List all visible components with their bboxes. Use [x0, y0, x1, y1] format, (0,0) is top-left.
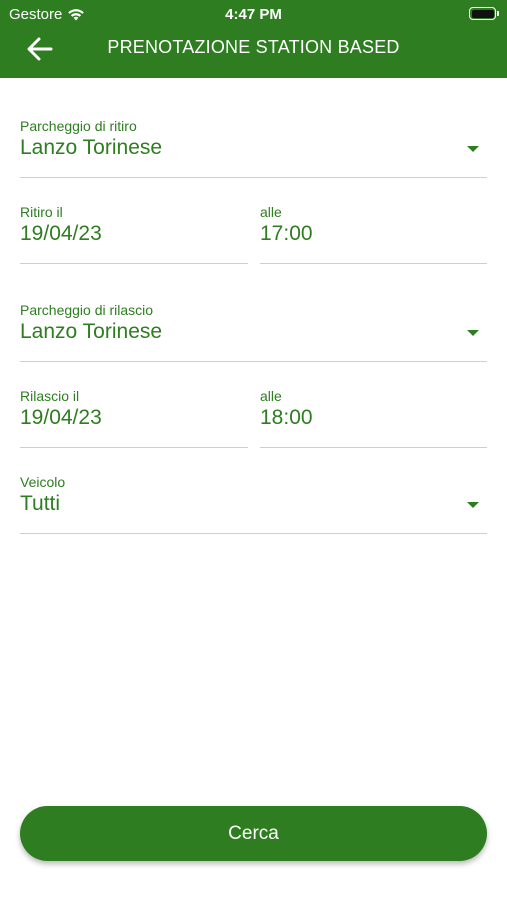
caret-down-icon	[467, 146, 479, 152]
return-parking-label: Parcheggio di rilascio	[20, 302, 154, 318]
app-header: Gestore 4:47 PM PRENOTAZIONE STATION BAS…	[0, 0, 507, 78]
return-date-field[interactable]: Rilascio il 19/04/23	[20, 388, 248, 448]
search-button[interactable]: Cerca	[20, 806, 487, 861]
pickup-date-label: Ritiro il	[20, 204, 63, 220]
vehicle-label: Veicolo	[20, 474, 66, 490]
return-time-label: alle	[260, 388, 282, 404]
pickup-parking-value: Lanzo Torinese	[20, 136, 163, 159]
return-parking-value: Lanzo Torinese	[20, 320, 163, 343]
return-parking-select[interactable]: Parcheggio di rilascio Lanzo Torinese	[20, 302, 487, 362]
pickup-date-field[interactable]: Ritiro il 19/04/23	[20, 204, 248, 264]
pickup-time-label: alle	[260, 204, 282, 220]
return-time-field[interactable]: alle 18:00	[260, 388, 487, 448]
return-date-label: Rilascio il	[20, 388, 80, 404]
pickup-time-field[interactable]: alle 17:00	[260, 204, 487, 264]
navigation-bar: PRENOTAZIONE STATION BASED	[0, 28, 507, 78]
search-button-label: Cerca	[228, 822, 279, 844]
clock: 4:47 PM	[225, 6, 282, 23]
caret-down-icon	[467, 330, 479, 336]
battery-icon	[469, 7, 499, 20]
pickup-parking-label: Parcheggio di ritiro	[20, 118, 137, 134]
pickup-time-value: 17:00	[260, 222, 313, 245]
status-bar: Gestore 4:47 PM	[0, 0, 507, 28]
return-date-value: 19/04/23	[20, 406, 102, 429]
vehicle-value: Tutti	[20, 492, 61, 515]
caret-down-icon	[467, 502, 479, 508]
pickup-date-value: 19/04/23	[20, 222, 102, 245]
pickup-parking-select[interactable]: Parcheggio di ritiro Lanzo Torinese	[20, 118, 487, 178]
vehicle-select[interactable]: Veicolo Tutti	[20, 474, 487, 534]
page-title: PRENOTAZIONE STATION BASED	[107, 37, 400, 57]
return-time-value: 18:00	[260, 406, 313, 429]
